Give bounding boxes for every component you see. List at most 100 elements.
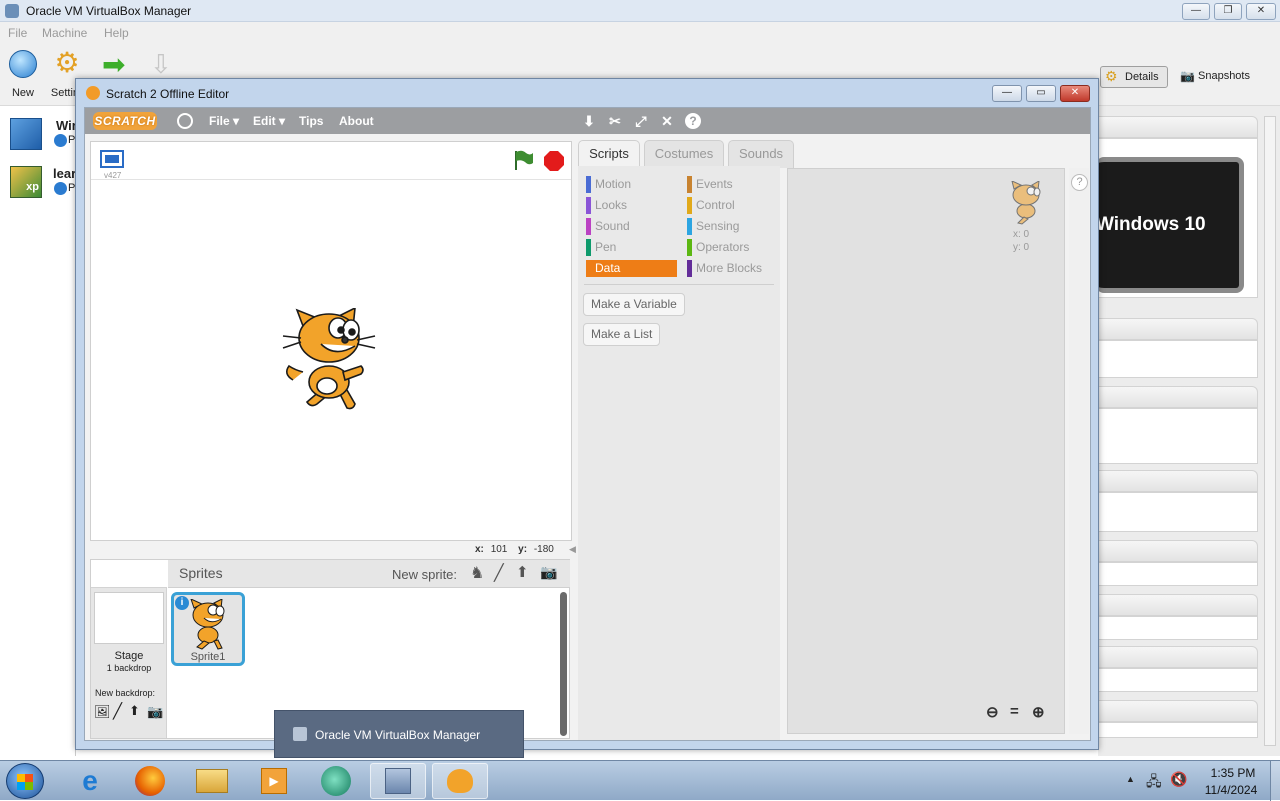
make-list-button[interactable]: Make a List (583, 323, 661, 346)
vbox-maximize-button[interactable]: ❐ (1214, 3, 1242, 20)
show-hidden-icons-icon[interactable]: ▲ (1126, 774, 1135, 784)
details-section-header[interactable] (1098, 646, 1258, 668)
details-section-header[interactable] (1098, 700, 1258, 722)
category-more-blocks[interactable]: More Blocks (687, 260, 777, 277)
vbox-menu-file[interactable]: File (8, 26, 27, 40)
category-operators[interactable]: Operators (687, 239, 777, 256)
brush-icon[interactable]: ╱ (113, 702, 122, 720)
details-gear-icon: ⚙ (1105, 68, 1118, 84)
upload-backdrop-icon[interactable]: ⬆ (129, 703, 140, 719)
details-section-header[interactable] (1098, 594, 1258, 616)
help-icon[interactable]: ? (685, 113, 701, 129)
vbox-menu-machine[interactable]: Machine (42, 26, 87, 40)
details-section-body (1098, 562, 1258, 586)
category-events[interactable]: Events (687, 176, 777, 193)
windows-xp-vm-icon: xp (10, 166, 42, 198)
taskbar-media-player[interactable]: ▶ (246, 763, 302, 799)
taskbar-app[interactable] (308, 763, 364, 799)
details-section-header[interactable] (1098, 470, 1258, 492)
stop-sign-icon[interactable] (543, 150, 565, 172)
sprites-scrollbar[interactable] (560, 592, 567, 736)
vbox-details-button[interactable]: ⚙ Details (1100, 66, 1168, 88)
vbox-menu-help[interactable]: Help (104, 26, 129, 40)
volume-muted-icon[interactable]: 🔇 (1170, 771, 1187, 788)
y-label: y: (518, 544, 528, 555)
category-looks[interactable]: Looks (586, 197, 676, 214)
mouse-coordinates: x: 101 y: -180 (475, 544, 554, 555)
vbox-snapshots-button[interactable]: 📷 Snapshots (1178, 68, 1258, 88)
sprite1-thumbnail[interactable]: i Sprite1 (171, 592, 245, 666)
shrink-icon[interactable]: ✕ (659, 113, 675, 129)
scratch-logo[interactable]: SCRATCH (93, 112, 157, 130)
taskbar-virtualbox[interactable] (370, 763, 426, 799)
taskbar-explorer[interactable] (184, 763, 240, 799)
vbox-new-button[interactable]: New (6, 50, 40, 99)
camera-sprite-icon[interactable]: 📷 (540, 564, 557, 581)
start-arrow-icon[interactable]: ➡ (102, 51, 125, 79)
vm-list-item[interactable]: Wir P (0, 112, 77, 158)
camera-backdrop-icon[interactable]: 📷 (147, 704, 163, 720)
menu-edit[interactable]: Edit ▾ (253, 114, 285, 128)
details-section-header[interactable] (1098, 386, 1258, 408)
category-pen[interactable]: Pen (586, 239, 676, 256)
clock-time[interactable]: 1:35 PM (1200, 766, 1266, 780)
category-sound[interactable]: Sound (586, 218, 676, 235)
paint-sprite-icon[interactable]: ╱ (494, 563, 504, 583)
sprite-y-readout: y: 0 (1013, 242, 1030, 253)
make-variable-button[interactable]: Make a Variable (583, 293, 685, 316)
taskbar-ie[interactable]: e (62, 763, 118, 799)
clock-date[interactable]: 11/4/2024 (1196, 783, 1266, 797)
tab-scripts[interactable]: Scripts (578, 140, 640, 168)
tab-sounds[interactable]: Sounds (728, 140, 794, 168)
stage-toolbar: v427 (91, 142, 571, 180)
stage-thumbnail[interactable] (94, 592, 164, 644)
collapse-arrow-icon[interactable]: ◀ (569, 544, 577, 556)
zoom-out-icon[interactable]: ⊖ (986, 703, 999, 721)
details-section-header[interactable] (1098, 318, 1258, 340)
globe-icon[interactable] (177, 113, 193, 129)
details-section-header[interactable] (1098, 116, 1258, 138)
category-motion[interactable]: Motion (586, 176, 676, 193)
scripts-scrollbar[interactable]: ? (1069, 168, 1089, 734)
category-control[interactable]: Control (687, 197, 777, 214)
network-icon[interactable]: 🖧 (1146, 771, 1162, 795)
details-section-header[interactable] (1098, 540, 1258, 562)
zoom-reset-icon[interactable]: = (1010, 703, 1019, 720)
stage[interactable]: v427 (90, 141, 572, 541)
grow-icon[interactable]: ⤢ (633, 113, 649, 129)
vbox-titlebar: Oracle VM VirtualBox Manager — ❐ ✕ (0, 0, 1280, 22)
details-scrollbar[interactable] (1264, 116, 1276, 746)
scratch-minimize-button[interactable]: — (992, 85, 1022, 102)
vbox-minimize-button[interactable]: — (1182, 3, 1210, 20)
state-icon (54, 134, 67, 147)
menu-about[interactable]: About (339, 114, 374, 128)
vbox-close-button[interactable]: ✕ (1246, 3, 1276, 20)
menu-tips[interactable]: Tips (299, 114, 323, 128)
tab-costumes[interactable]: Costumes (644, 140, 724, 168)
green-flag-icon[interactable] (511, 148, 535, 172)
category-data[interactable]: Data (586, 260, 677, 277)
taskbar-preview-popup[interactable]: Oracle VM VirtualBox Manager (274, 710, 524, 758)
scratch-titlebar[interactable]: Scratch 2 Offline Editor — ▭ ✕ (76, 79, 1098, 107)
category-sensing[interactable]: Sensing (687, 218, 777, 235)
vm-list-item[interactable]: xp lear P (0, 160, 76, 206)
sprite1-cat[interactable] (281, 308, 381, 414)
scratch-close-button[interactable]: ✕ (1060, 85, 1090, 102)
taskbar-scratch[interactable] (432, 763, 488, 799)
vbox-window-title: Oracle VM VirtualBox Manager (26, 4, 192, 18)
paint-backdrop-icon[interactable]: 🖼 (94, 704, 111, 720)
scratch-maximize-button[interactable]: ▭ (1026, 85, 1056, 102)
choose-sprite-icon[interactable]: ♞ (470, 563, 484, 583)
start-button[interactable] (6, 763, 44, 799)
duplicate-stamp-icon[interactable]: ⬇ (581, 113, 597, 129)
upload-sprite-icon[interactable]: ⬆ (516, 563, 529, 581)
menu-file[interactable]: File ▾ (209, 114, 239, 128)
taskbar-firefox[interactable] (122, 763, 178, 799)
presentation-mode-icon[interactable] (100, 150, 124, 168)
show-desktop-button[interactable] (1270, 761, 1280, 801)
delete-scissors-icon[interactable]: ✂ (607, 113, 623, 129)
script-help-icon[interactable]: ? (1071, 174, 1088, 191)
scripts-area[interactable]: x: 0 y: 0 ⊖ = ⊕ (787, 168, 1065, 734)
windows-vm-icon (10, 118, 42, 150)
zoom-in-icon[interactable]: ⊕ (1032, 703, 1045, 721)
